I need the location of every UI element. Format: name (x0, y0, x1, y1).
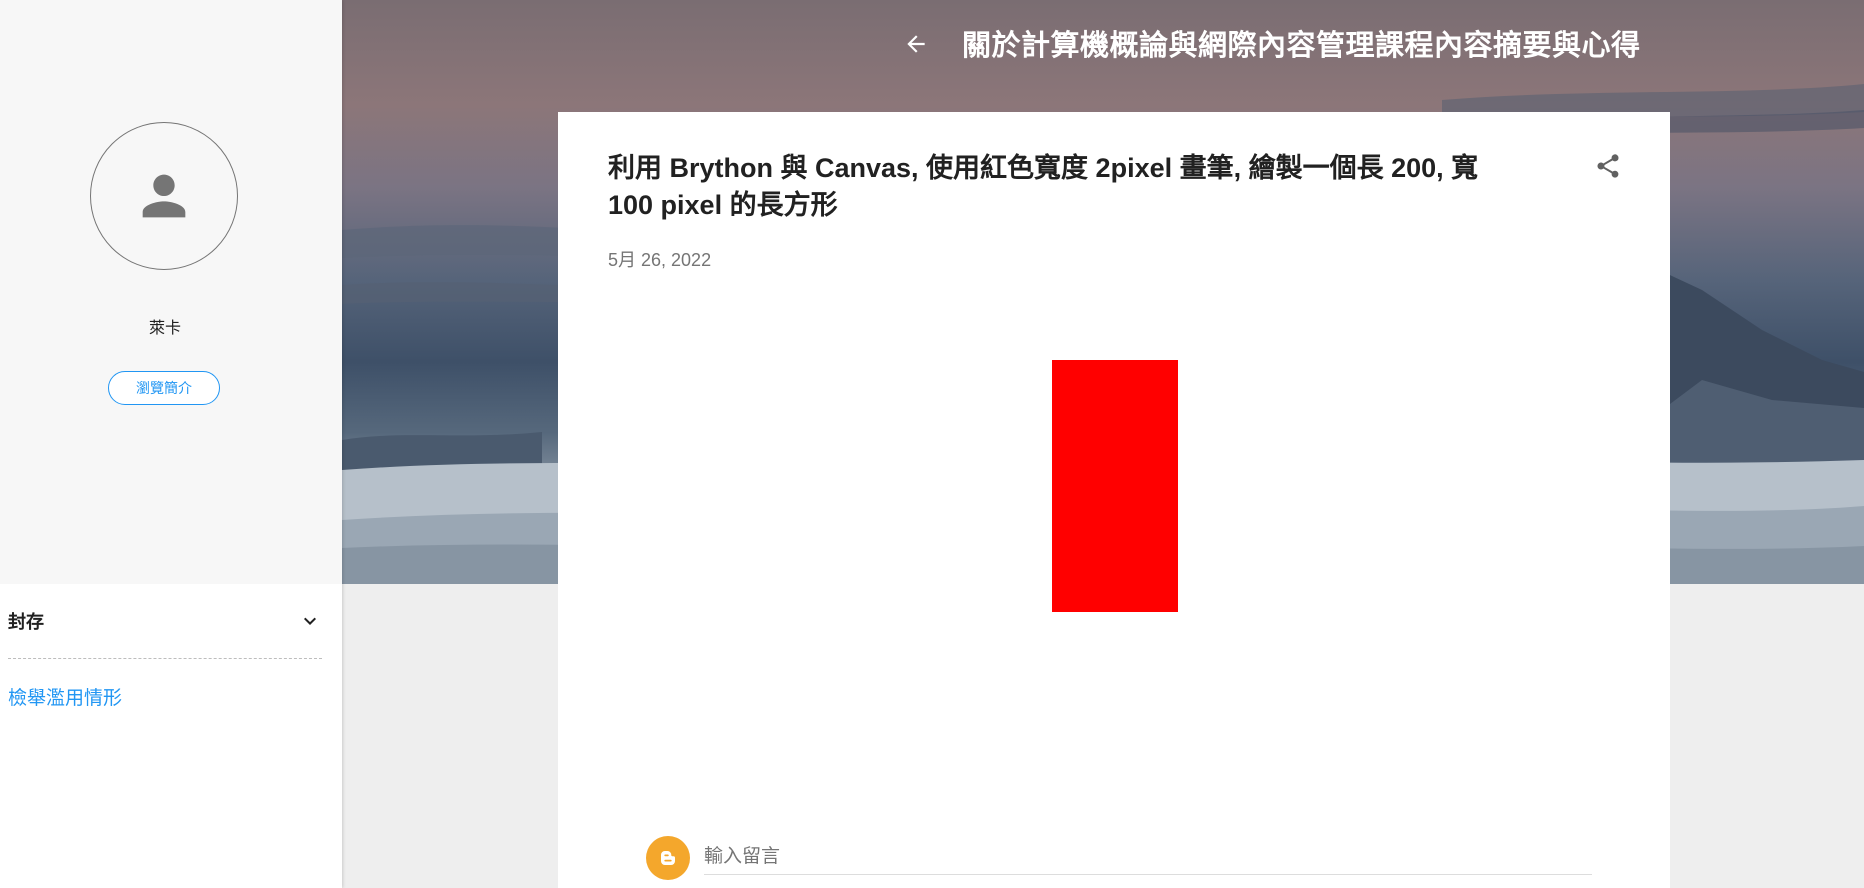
report-abuse-link[interactable]: 檢舉濫用情形 (8, 683, 122, 710)
comment-row (646, 836, 1592, 882)
arrow-left-icon (907, 35, 925, 53)
post-date[interactable]: 5月 26, 2022 (608, 246, 711, 272)
blog-title[interactable]: 關於計算機概論與網際內容管理課程內容摘要與心得 (962, 22, 1641, 64)
sidebar: 萊卡 瀏覽簡介 封存 檢舉濫用情形 (0, 0, 342, 888)
share-icon (1597, 154, 1619, 178)
archive-divider (8, 658, 322, 659)
share-button[interactable] (1590, 148, 1626, 184)
profile-panel: 萊卡 瀏覽簡介 (0, 0, 342, 584)
visit-profile-button[interactable]: 瀏覽簡介 (108, 371, 220, 405)
post-title[interactable]: 利用 Brython 與 Canvas, 使用紅色寬度 2pixel 畫筆, 繪… (608, 150, 1508, 224)
back-button[interactable] (898, 26, 934, 62)
post-canvas (1052, 360, 1178, 612)
person-icon (142, 174, 186, 218)
chevron-down-icon (304, 617, 316, 625)
red-rectangle (1052, 360, 1178, 612)
comment-input[interactable] (704, 840, 1592, 875)
profile-name[interactable]: 萊卡 (0, 314, 330, 338)
archive-toggle[interactable]: 封存 (8, 603, 322, 639)
post-card: 利用 Brython 與 Canvas, 使用紅色寬度 2pixel 畫筆, 繪… (558, 112, 1670, 888)
avatar[interactable] (90, 122, 238, 270)
archive-title: 封存 (8, 612, 44, 632)
blogger-b-icon (661, 851, 675, 865)
blogger-icon (646, 836, 690, 880)
